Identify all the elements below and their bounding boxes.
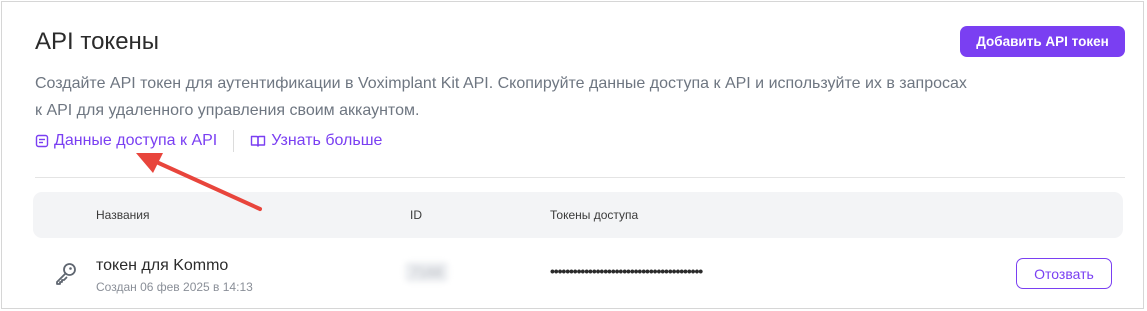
access-token-masked[interactable]: •••••••••••••••••••••••••••••••••••••••• [550, 264, 703, 278]
table-header: Названия ID Токены доступа [33, 192, 1123, 238]
section-divider [35, 177, 1125, 178]
column-header-id: ID [410, 208, 422, 222]
revoke-button[interactable]: Отозвать [1016, 258, 1112, 289]
page-title: API токены [35, 28, 160, 55]
links-separator [233, 130, 235, 152]
column-header-tokens: Токены доступа [550, 208, 639, 222]
token-id: 7168 [405, 262, 449, 282]
description-text: Создайте API токен для аутентификации в … [35, 75, 967, 119]
book-icon [251, 135, 266, 147]
token-name: токен для Kommo [96, 257, 229, 274]
learn-more-link-label: Узнать больше [271, 132, 383, 149]
links-row: Данные доступа к API Узнать больше [35, 129, 382, 153]
column-header-name: Названия [96, 208, 150, 222]
api-access-link[interactable]: Данные доступа к API [35, 132, 217, 150]
token-created-date: Создан 06 фев 2025 в 14:13 [96, 280, 253, 294]
add-api-token-button[interactable]: Добавить API токен [960, 26, 1125, 57]
document-icon [35, 134, 49, 148]
learn-more-link[interactable]: Узнать больше [250, 132, 382, 150]
api-access-link-label: Данные доступа к API [54, 132, 218, 149]
key-icon [56, 263, 76, 285]
